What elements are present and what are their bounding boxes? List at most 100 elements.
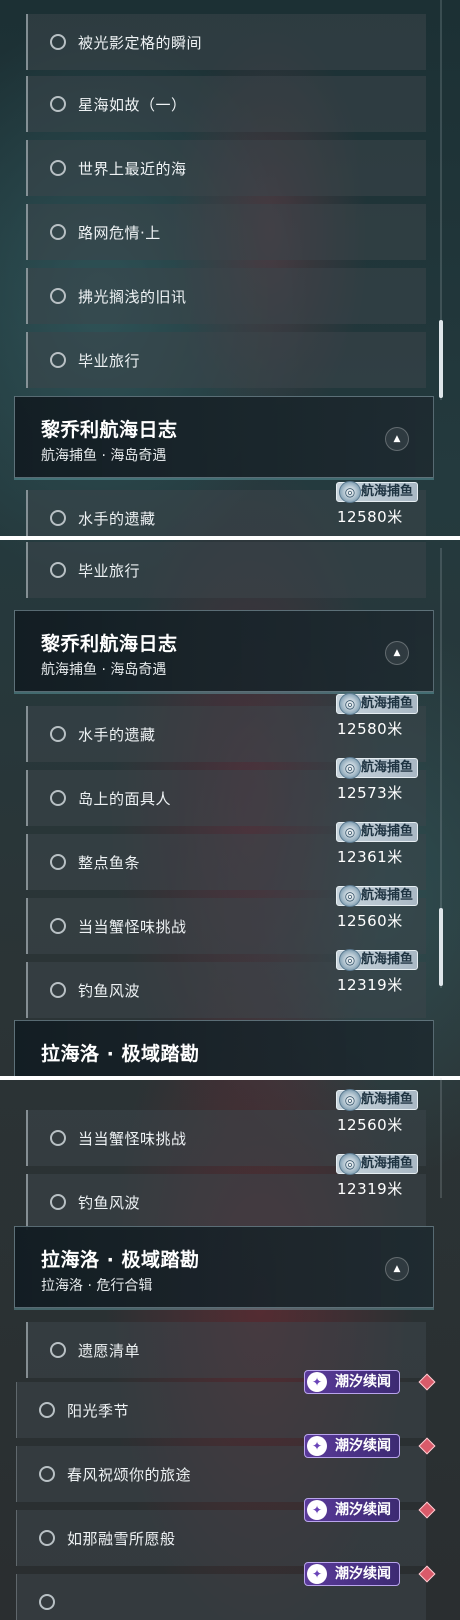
distance-text: 12573米 (337, 784, 403, 802)
distance-text: 12580米 (337, 508, 403, 526)
tag-label: 航海捕鱼 (361, 952, 414, 967)
section-title: 黎乔利航海日志 (41, 633, 178, 655)
scrollbar-thumb[interactable] (439, 320, 443, 398)
fish-badge-icon: ◎ (339, 1089, 361, 1111)
tide-badge-icon: ✦ (307, 1500, 327, 1520)
quest-label: 当当蟹怪味挑战 (78, 1129, 187, 1148)
quest-label: 遗愿清单 (78, 1341, 141, 1360)
quest-item[interactable]: 世界上最近的海 (26, 140, 426, 196)
radio-icon (50, 982, 66, 998)
radio-icon (39, 1402, 55, 1418)
distance-text: 12361米 (337, 848, 403, 866)
fish-badge-icon: ◎ (339, 885, 361, 907)
radio-icon (50, 790, 66, 806)
fish-badge-icon: ◎ (339, 757, 361, 779)
fishing-tag: ◎ 航海捕鱼 (336, 1089, 419, 1111)
quest-label: 钓鱼风波 (78, 1193, 141, 1212)
scrollbar-track[interactable] (440, 1078, 442, 1198)
fishing-tag: ◎ 航海捕鱼 (336, 949, 419, 971)
fishing-tag: ◎ 航海捕鱼 (336, 821, 419, 843)
radio-icon (50, 1130, 66, 1146)
radio-icon (50, 352, 66, 368)
quest-item[interactable]: 毕业旅行 (26, 332, 426, 388)
tag-label: 潮汐续闻 (335, 1374, 391, 1390)
tide-badge-icon: ✦ (307, 1436, 327, 1456)
fishing-tag: ◎ 航海捕鱼 (336, 757, 419, 779)
distance-text: 12560米 (337, 912, 403, 930)
quest-label: 世界上最近的海 (78, 159, 187, 178)
tag-label: 潮汐续闻 (335, 1566, 391, 1582)
quest-label: 岛上的面具人 (78, 789, 172, 808)
quest-item[interactable]: 路网危情·上 (26, 204, 426, 260)
fish-badge-icon: ◎ (339, 821, 361, 843)
tag-label: 潮汐续闻 (335, 1438, 391, 1454)
chevron-up-icon[interactable]: ▲ (385, 1257, 409, 1281)
tide-tag: ✦ 潮汐续闻 (304, 1498, 400, 1522)
radio-icon (50, 918, 66, 934)
quest-label: 星海如故（一） (78, 95, 187, 114)
quest-label: 被光影定格的瞬间 (78, 33, 203, 52)
quest-label: 毕业旅行 (78, 351, 141, 370)
quest-label: 钓鱼风波 (78, 981, 141, 1000)
quest-item[interactable]: 拂光搁浅的旧讯 (26, 268, 426, 324)
section-subtitle: 拉海洛 · 危行合辑 (41, 1278, 153, 1294)
radio-icon (50, 854, 66, 870)
tide-badge-icon: ✦ (307, 1564, 327, 1584)
quest-label: 春风祝颂你的旅途 (67, 1465, 192, 1484)
radio-icon (39, 1594, 55, 1610)
tag-label: 航海捕鱼 (361, 1156, 414, 1171)
section-subtitle: 航海捕鱼 · 海岛奇遇 (41, 448, 167, 464)
distance-text: 12580米 (337, 720, 403, 738)
tag-label: 航海捕鱼 (361, 888, 414, 903)
radio-icon (50, 1342, 66, 1358)
chevron-up-icon[interactable]: ▲ (385, 427, 409, 451)
distance-text: 12560米 (337, 1116, 403, 1134)
quest-list-panel-3: 当当蟹怪味挑战 ◎ 航海捕鱼 12560米 钓鱼风波 ◎ 航海捕鱼 12319米… (0, 1078, 460, 1620)
radio-icon (50, 288, 66, 304)
quest-label: 阳光季节 (67, 1401, 130, 1420)
section-title: 黎乔利航海日志 (41, 419, 178, 441)
tag-label: 潮汐续闻 (335, 1502, 391, 1518)
radio-icon (50, 562, 66, 578)
radio-icon (50, 34, 66, 50)
quest-label: 如那融雪所愿般 (67, 1529, 176, 1548)
quest-item[interactable]: 星海如故（一） (26, 76, 426, 132)
radio-icon (39, 1530, 55, 1546)
quest-label: 拂光搁浅的旧讯 (78, 287, 187, 306)
section-title: 拉海洛 · 极域踏勘 (41, 1249, 200, 1271)
tag-label: 航海捕鱼 (361, 1092, 414, 1107)
quest-list-panel-2: 毕业旅行 黎乔利航海日志 航海捕鱼 · 海岛奇遇 ▲ 水手的遗藏 ◎ 航海捕鱼 … (0, 538, 460, 1078)
section-subtitle: 航海捕鱼 · 海岛奇遇 (41, 662, 167, 678)
tag-label: 航海捕鱼 (361, 760, 414, 775)
tide-tag: ✦ 潮汐续闻 (304, 1434, 400, 1458)
radio-icon (50, 510, 66, 526)
radio-icon (50, 726, 66, 742)
section-header[interactable]: 拉海洛 · 极域踏勘 (14, 1020, 434, 1078)
chevron-up-icon[interactable]: ▲ (385, 641, 409, 665)
section-header[interactable]: 拉海洛 · 极域踏勘 拉海洛 · 危行合辑 ▲ (14, 1226, 434, 1308)
fish-badge-icon: ◎ (339, 693, 361, 715)
quest-label: 当当蟹怪味挑战 (78, 917, 187, 936)
radio-icon (50, 96, 66, 112)
section-title: 拉海洛 · 极域踏勘 (41, 1043, 200, 1065)
fishing-tag: ◎ 航海捕鱼 (336, 885, 419, 907)
fish-badge-icon: ◎ (339, 1153, 361, 1175)
fish-badge-icon: ◎ (339, 949, 361, 971)
tide-tag: ✦ 潮汐续闻 (304, 1370, 400, 1394)
fish-badge-icon: ◎ (339, 481, 361, 503)
scrollbar-thumb[interactable] (439, 908, 443, 986)
tag-label: 航海捕鱼 (361, 824, 414, 839)
radio-icon (50, 1194, 66, 1210)
radio-icon (50, 224, 66, 240)
radio-icon (39, 1466, 55, 1482)
fishing-tag: ◎ 航海捕鱼 (336, 693, 419, 715)
radio-icon (50, 160, 66, 176)
tag-label: 航海捕鱼 (361, 696, 414, 711)
fishing-tag: ◎ 航海捕鱼 (336, 1153, 419, 1175)
quest-list-panel-1: 被光影定格的瞬间 星海如故（一） 世界上最近的海 路网危情·上 拂光搁浅的旧讯 … (0, 0, 460, 538)
quest-item[interactable]: 被光影定格的瞬间 (26, 14, 426, 70)
section-header[interactable]: 黎乔利航海日志 航海捕鱼 · 海岛奇遇 ▲ (14, 610, 434, 692)
section-header[interactable]: 黎乔利航海日志 航海捕鱼 · 海岛奇遇 ▲ (14, 396, 434, 478)
quest-item[interactable]: 毕业旅行 (26, 542, 426, 598)
quest-label: 毕业旅行 (78, 561, 141, 580)
